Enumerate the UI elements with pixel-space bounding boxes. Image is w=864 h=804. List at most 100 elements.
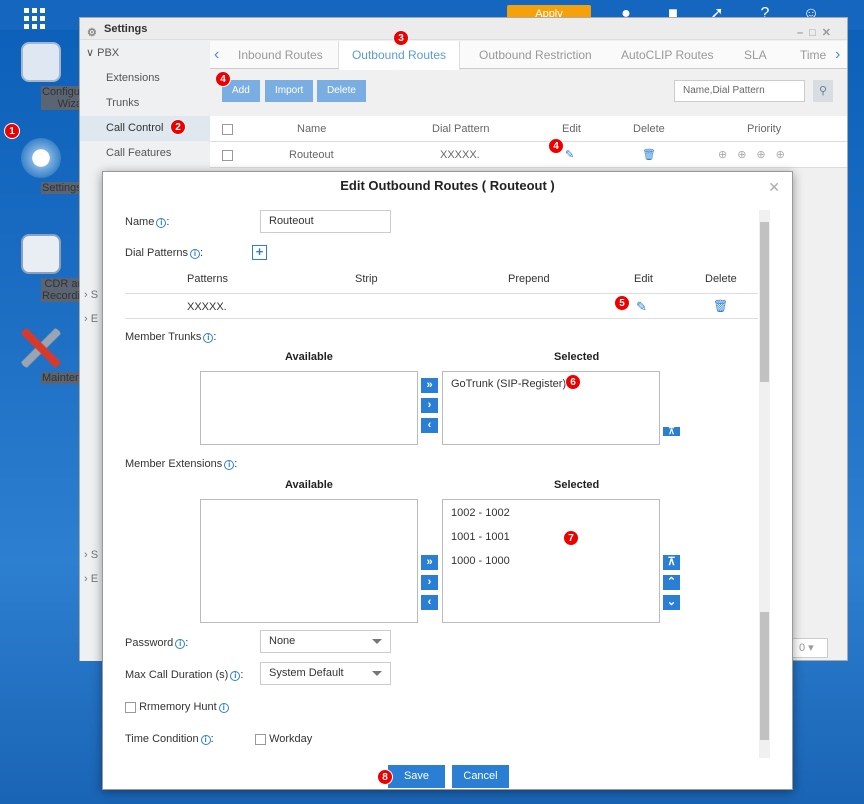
tab-sla[interactable]: SLA <box>744 41 767 69</box>
list-item[interactable]: 1002 - 1002 <box>451 507 510 519</box>
move-top-icon[interactable]: ⊼ <box>663 427 680 436</box>
name-label: Name i: <box>125 216 170 228</box>
annotation-badge: 4 <box>215 71 231 87</box>
workday-checkbox[interactable] <box>255 733 266 745</box>
tab-inbound-routes[interactable]: Inbound Routes <box>238 41 348 69</box>
sidebar-item-trunks[interactable]: Trunks <box>80 91 210 116</box>
info-icon[interactable]: i <box>230 671 241 681</box>
list-item[interactable]: 1001 - 1001 <box>451 531 510 543</box>
desktop-icon-settings[interactable]: Settings <box>8 138 83 194</box>
search-icon[interactable]: ⚲ <box>813 80 833 102</box>
trunks-selected-list[interactable]: GoTrunk (SIP-Register) <box>442 371 660 445</box>
row-checkbox[interactable] <box>222 142 233 168</box>
info-icon[interactable]: i <box>218 703 229 713</box>
annotation-badge: 5 <box>614 295 630 311</box>
extensions-available-list[interactable] <box>200 499 418 623</box>
rrmemory-hunt-field[interactable]: Rrmemory Hunt i <box>125 701 229 713</box>
name-input[interactable]: Routeout <box>260 210 391 233</box>
trunks-available-list[interactable] <box>200 371 418 445</box>
row-name: Routeout <box>289 149 334 161</box>
select-all-checkbox[interactable] <box>222 116 233 142</box>
dial-patterns-label: Dial Patterns i: <box>125 247 204 259</box>
sidebar-collapsed-s2[interactable]: › S <box>84 549 98 561</box>
info-icon[interactable]: i <box>175 639 186 649</box>
trash-icon[interactable]: 🗑 <box>642 142 656 168</box>
tab-scroll-right-icon[interactable]: › <box>835 41 840 69</box>
scrollbar-thumb[interactable] <box>760 222 769 382</box>
desktop-icon-maintenance[interactable]: Maintenance <box>8 328 106 384</box>
move-all-right-icon[interactable]: » <box>421 378 438 393</box>
info-icon[interactable]: i <box>203 333 214 343</box>
app-grid-icon[interactable] <box>24 8 45 29</box>
delete-button[interactable]: Delete <box>317 80 366 102</box>
tab-scroll-left-icon[interactable]: ‹ <box>214 41 219 69</box>
cancel-button[interactable]: Cancel <box>452 765 509 788</box>
info-icon[interactable]: i <box>200 735 211 745</box>
move-down-icon[interactable]: ⌄ <box>663 595 680 610</box>
sidebar-collapsed-s1[interactable]: › S <box>84 289 98 301</box>
move-right-icon[interactable]: › <box>421 575 438 590</box>
max-call-duration-select[interactable]: System Default <box>260 662 391 685</box>
tab-time[interactable]: Time <box>800 41 826 69</box>
move-top-icon[interactable]: ⊼ <box>663 555 680 570</box>
tab-bar: ‹ Inbound Routes Outbound Routes Outboun… <box>210 41 847 70</box>
info-icon[interactable]: i <box>224 460 235 470</box>
col-strip: Strip <box>355 273 378 285</box>
sidebar-collapsed-e1[interactable]: › E <box>84 313 98 325</box>
dialog-scrollbar[interactable] <box>759 210 770 758</box>
tab-autoclip-routes[interactable]: AutoCLIP Routes <box>621 41 714 69</box>
chevron-down-icon <box>372 639 382 644</box>
move-right-icon[interactable]: › <box>421 398 438 413</box>
import-button[interactable]: Import <box>265 80 314 102</box>
col-prepend: Prepend <box>508 273 550 285</box>
member-trunks-label: Member Trunks i: <box>125 331 217 343</box>
close-icon[interactable]: ✕ <box>768 179 780 196</box>
move-left-icon[interactable]: ‹ <box>421 595 438 610</box>
routes-table-header: Name Dial Pattern Edit Delete Priority <box>210 116 847 142</box>
rrmemory-hunt-checkbox[interactable] <box>125 701 136 713</box>
workday-field[interactable]: Workday <box>255 733 312 745</box>
move-up-icon[interactable]: ⌃ <box>663 575 680 590</box>
move-all-right-icon[interactable]: » <box>421 555 438 570</box>
pattern-value: XXXXX. <box>187 301 227 313</box>
edit-pencil-icon[interactable]: ✎ <box>636 299 647 315</box>
col-priority: Priority <box>747 123 782 135</box>
sidebar-section-pbx[interactable]: ∨ PBX <box>80 41 210 66</box>
move-left-icon[interactable]: ‹ <box>421 418 438 433</box>
list-item[interactable]: 1000 - 1000 <box>451 555 510 567</box>
list-item[interactable]: GoTrunk (SIP-Register) <box>451 378 566 390</box>
annotation-badge: 1 <box>4 123 20 139</box>
trunks-selected-header: Selected <box>554 351 600 363</box>
info-icon[interactable]: i <box>156 218 167 228</box>
configuration-wizard-icon <box>21 42 61 82</box>
dial-patterns-table: Patterns Strip Prepend Edit Delete XXXXX… <box>125 267 758 319</box>
sidebar-item-extensions[interactable]: Extensions <box>80 66 210 91</box>
sidebar-item-call-control[interactable]: Call Control <box>80 116 210 141</box>
tab-outbound-restriction[interactable]: Outbound Restriction <box>479 41 592 69</box>
trash-icon[interactable]: 🗑 <box>713 299 728 313</box>
settings-window-titlebar: ⚙ Settings –□✕ <box>80 18 847 40</box>
password-select[interactable]: None <box>260 630 391 653</box>
extensions-available-header: Available <box>285 479 333 491</box>
chevron-down-icon <box>372 671 382 676</box>
scrollbar-thumb[interactable] <box>760 612 769 740</box>
settings-label: Settings <box>41 182 83 194</box>
max-call-duration-label: Max Call Duration (s) i: <box>125 669 244 681</box>
pager-select[interactable]: 0 ▾ <box>792 638 828 658</box>
col-name: Name <box>297 123 327 135</box>
add-pattern-icon[interactable]: + <box>252 245 267 260</box>
search-input[interactable]: Name,Dial Pattern <box>674 80 805 102</box>
col-dial-pattern: Dial Pattern <box>432 123 490 135</box>
save-button[interactable]: Save <box>388 765 445 788</box>
sidebar-collapsed-e2[interactable]: › E <box>84 573 98 585</box>
sidebar-item-call-features[interactable]: Call Features <box>80 141 210 166</box>
priority-arrows-icon[interactable]: ⊕⊕⊕⊕ <box>718 142 795 168</box>
desktop-icon-cdr[interactable]: CDR and Recording <box>8 234 94 302</box>
extensions-selected-list[interactable]: 1002 - 1002 1001 - 1001 1000 - 1000 <box>442 499 660 623</box>
edit-outbound-route-dialog: Edit Outbound Routes ( Routeout ) ✕ Name… <box>102 171 793 790</box>
annotation-badge: 7 <box>563 530 579 546</box>
extensions-selected-header: Selected <box>554 479 600 491</box>
desktop-icon-configuration-wizard[interactable]: Configuration Wizard <box>8 42 109 110</box>
edit-pencil-icon[interactable]: ✎ <box>565 142 574 168</box>
info-icon[interactable]: i <box>189 249 200 259</box>
